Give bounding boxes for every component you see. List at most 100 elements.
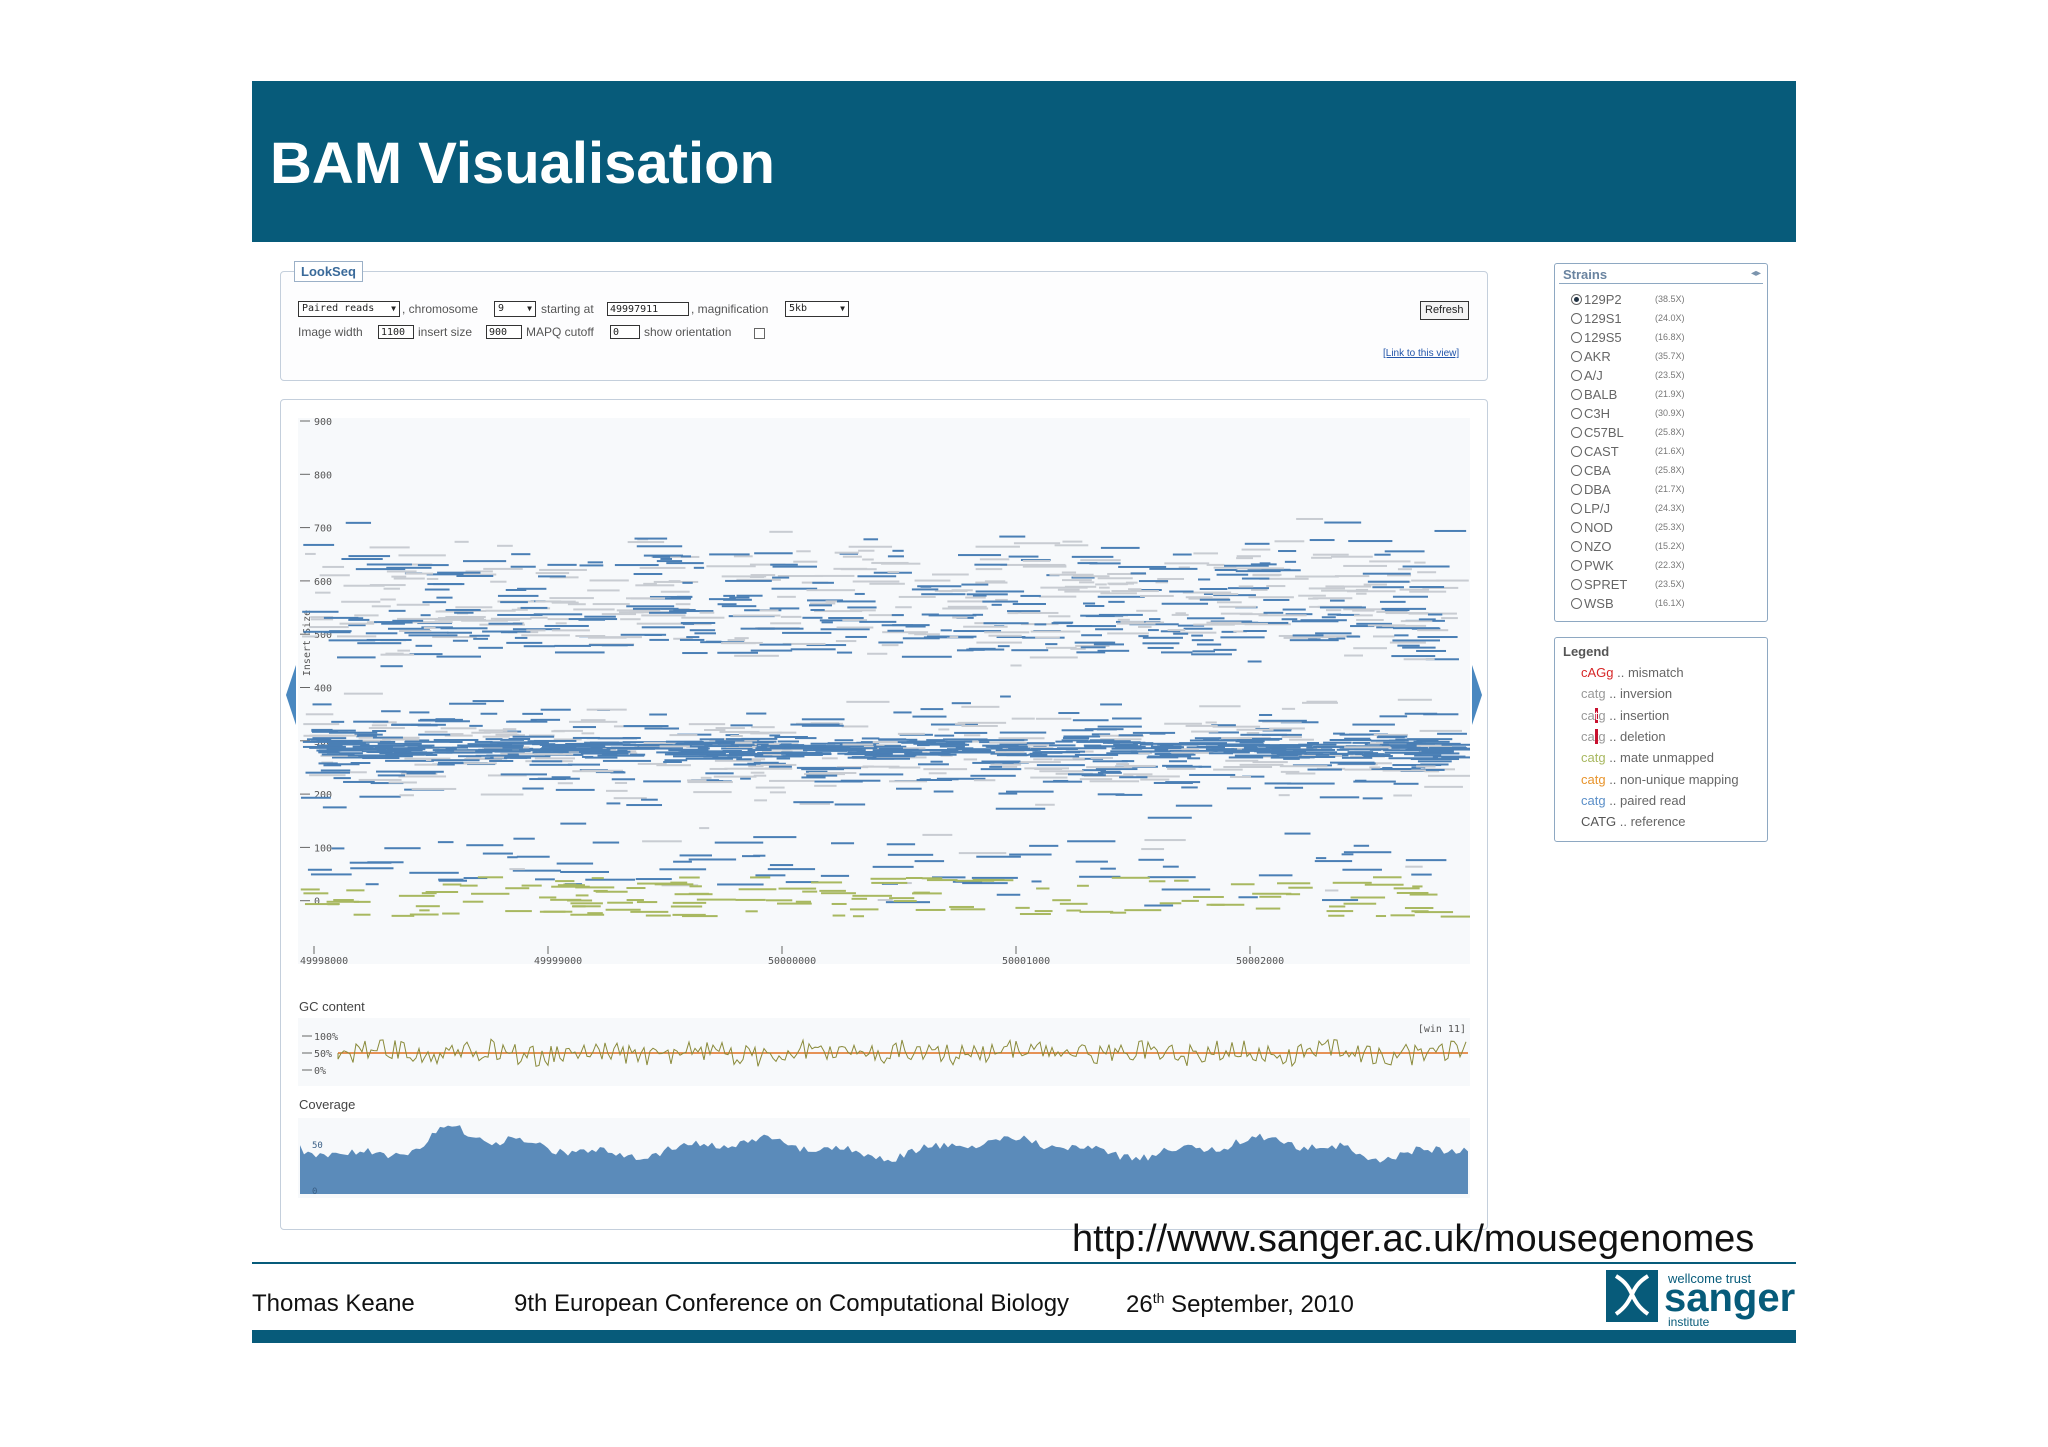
unmapped-mate-bar <box>696 898 736 901</box>
refresh-button[interactable]: Refresh <box>1420 301 1469 320</box>
read-pair-bar <box>522 749 537 752</box>
read-pair-bar <box>1194 737 1222 740</box>
read-pair-bar <box>312 703 332 706</box>
strain-item[interactable]: DBA (21.7X) <box>1571 482 1685 501</box>
unmapped-mate-bar <box>539 896 557 899</box>
mapq-label: MAPQ cutoff <box>526 325 594 339</box>
scroll-left-arrow-icon[interactable] <box>286 665 296 725</box>
strain-item[interactable]: AKR (35.7X) <box>1571 349 1685 368</box>
read-pair-bar <box>1374 553 1391 556</box>
strain-item[interactable]: PWK (22.3X) <box>1571 558 1685 577</box>
strain-radio[interactable] <box>1571 465 1582 476</box>
unmapped-mate-bar <box>831 902 847 905</box>
read-pair-bar <box>954 722 966 725</box>
strain-item[interactable]: A/J (23.5X) <box>1571 368 1685 387</box>
strain-radio[interactable] <box>1571 408 1582 419</box>
strain-item[interactable]: 129P2 (38.5X) <box>1571 292 1685 311</box>
strain-radio[interactable] <box>1571 427 1582 438</box>
strain-item[interactable]: C57BL (25.8X) <box>1571 425 1685 444</box>
strain-item[interactable]: SPRET (23.5X) <box>1571 577 1685 596</box>
read-pair-bar <box>1011 649 1049 652</box>
read-pair-bar <box>1363 583 1387 586</box>
strain-item[interactable]: WSB (16.1X) <box>1571 596 1685 615</box>
strain-radio[interactable] <box>1571 560 1582 571</box>
read-pair-bar <box>1162 764 1193 767</box>
read-pair-bar <box>369 546 410 549</box>
read-pair-bar <box>626 597 666 600</box>
read-pair-bar <box>466 844 504 847</box>
strain-item[interactable]: NZO (15.2X) <box>1571 539 1685 558</box>
strain-item[interactable]: BALB (21.9X) <box>1571 387 1685 406</box>
read-pair-bar <box>679 854 713 857</box>
strain-name: BALB <box>1584 387 1618 402</box>
strain-coverage: (22.3X) <box>1655 560 1685 570</box>
read-pair-bar <box>1083 602 1096 605</box>
strain-radio[interactable] <box>1571 370 1582 381</box>
orientation-checkbox[interactable] <box>754 328 765 339</box>
legend-panel: Legend cAGg .. mismatch catg .. inversion… <box>1554 637 1768 842</box>
read-pair-bar <box>1352 741 1371 744</box>
read-pair-bar <box>982 600 1019 603</box>
read-pair-bar <box>1315 632 1352 635</box>
strain-radio[interactable] <box>1571 484 1582 495</box>
image-width-input[interactable]: 1100 <box>378 325 414 339</box>
read-pair-bar <box>770 563 798 566</box>
read-pair-bar <box>1075 860 1108 863</box>
mousegenomes-url[interactable]: http://www.sanger.ac.uk/mousegenomes <box>1072 1218 1754 1261</box>
read-pair-bar <box>1363 752 1379 755</box>
strain-item[interactable]: CAST (21.6X) <box>1571 444 1685 463</box>
read-pair-bar <box>1092 760 1128 763</box>
collapse-arrows-icon[interactable]: ◂▸ <box>1751 268 1761 279</box>
read-pair-bar <box>806 589 856 592</box>
read-pair-bar <box>1138 580 1169 583</box>
read-pair-bar <box>801 718 845 721</box>
read-mode-select[interactable]: Paired reads ▼ <box>298 301 400 317</box>
read-pair-bar <box>1084 728 1124 731</box>
strain-radio[interactable] <box>1571 522 1582 533</box>
read-pair-bar <box>1278 794 1290 797</box>
read-pair-bar <box>1236 567 1285 570</box>
unmapped-mate-bar <box>849 908 879 911</box>
mapq-input[interactable]: 0 <box>610 325 640 339</box>
scroll-right-arrow-icon[interactable] <box>1472 665 1482 725</box>
read-pair-bar <box>669 734 698 737</box>
read-pair-bar <box>777 731 797 734</box>
legend-sample: catg <box>1581 750 1606 766</box>
insert-size-input[interactable]: 900 <box>486 325 522 339</box>
strain-radio[interactable] <box>1571 351 1582 362</box>
read-pair-bar <box>1353 844 1370 847</box>
chromosome-select[interactable]: 9 ▼ <box>494 301 536 317</box>
strain-radio[interactable] <box>1571 598 1582 609</box>
read-pair-bar <box>1367 624 1406 627</box>
lookseq-tab[interactable]: LookSeq <box>294 261 363 282</box>
strain-radio[interactable] <box>1571 579 1582 590</box>
strain-item[interactable]: 129S5 (16.8X) <box>1571 330 1685 349</box>
strain-name: CAST <box>1584 444 1619 459</box>
read-pair-bar <box>727 639 746 642</box>
start-position-input[interactable]: 49997911 <box>607 302 689 316</box>
read-pair-bar <box>920 708 944 711</box>
read-pair-bar <box>480 712 498 715</box>
strain-radio[interactable] <box>1571 294 1582 305</box>
magnification-select[interactable]: 5kb ▼ <box>785 301 849 317</box>
strain-item[interactable]: 129S1 (24.0X) <box>1571 311 1685 330</box>
strains-divider <box>1559 283 1763 284</box>
read-pair-bar <box>533 613 583 616</box>
strain-item[interactable]: CBA (25.8X) <box>1571 463 1685 482</box>
link-to-view[interactable]: [Link to this view] <box>1383 348 1459 359</box>
read-pair-bar <box>520 606 548 609</box>
strain-item[interactable]: C3H (30.9X) <box>1571 406 1685 425</box>
read-pair-bar <box>1147 755 1192 758</box>
strain-radio[interactable] <box>1571 541 1582 552</box>
strain-item[interactable]: LP/J (24.3X) <box>1571 501 1685 520</box>
strain-item[interactable]: NOD (25.3X) <box>1571 520 1685 539</box>
read-pair-bar <box>809 602 836 605</box>
strain-radio[interactable] <box>1571 389 1582 400</box>
strain-radio[interactable] <box>1571 503 1582 514</box>
read-pair-bar <box>1435 747 1459 750</box>
strain-radio[interactable] <box>1571 332 1582 343</box>
strain-radio[interactable] <box>1571 446 1582 457</box>
strain-radio[interactable] <box>1571 313 1582 324</box>
read-pair-bar <box>796 766 837 769</box>
read-pair-bar <box>1119 776 1148 779</box>
